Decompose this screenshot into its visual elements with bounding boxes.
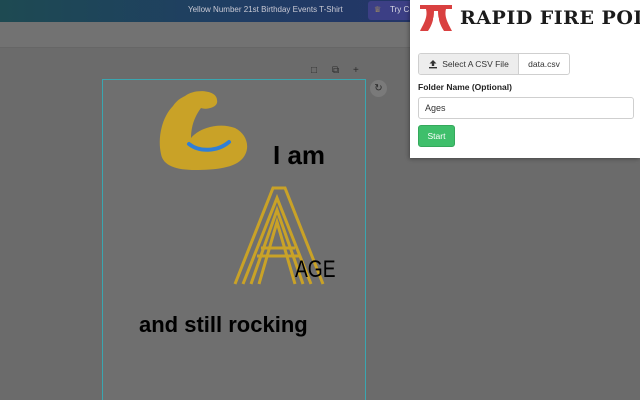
document-title[interactable]: Yellow Number 21st Birthday Events T-Shi…	[188, 5, 343, 14]
start-button[interactable]: Start	[418, 125, 455, 147]
tagline-text[interactable]: and still rocking	[139, 312, 308, 338]
heading-i-am[interactable]: I am	[273, 140, 325, 171]
add-page-icon[interactable]: +	[353, 65, 359, 76]
try-button-label: Try C	[390, 5, 410, 14]
select-csv-label: Select A CSV File	[442, 59, 509, 69]
duplicate-page-icon[interactable]: ⧉	[332, 65, 339, 76]
age-text[interactable]: AGE	[295, 256, 336, 284]
rapid-fire-pod-logo	[420, 5, 452, 31]
notes-icon[interactable]: □	[311, 65, 317, 76]
select-csv-button[interactable]: Select A CSV File	[419, 54, 519, 74]
upload-icon	[429, 60, 438, 69]
crown-icon: ♕	[374, 5, 382, 14]
brand-name: RAPID FIRE POD	[460, 7, 640, 29]
folder-name-input[interactable]	[418, 97, 634, 119]
folder-name-label: Folder Name (Optional)	[418, 82, 512, 92]
design-page[interactable]: I am AGE and still rocking	[102, 79, 366, 400]
selected-file-name: data.csv	[528, 59, 560, 69]
flexed-arm-icon[interactable]	[155, 86, 251, 172]
extension-popup: RAPID FIRE POD Select A CSV File data.cs…	[410, 0, 640, 158]
csv-file-picker[interactable]: Select A CSV File data.csv	[418, 53, 570, 75]
refresh-icon[interactable]: ↻	[370, 80, 387, 97]
